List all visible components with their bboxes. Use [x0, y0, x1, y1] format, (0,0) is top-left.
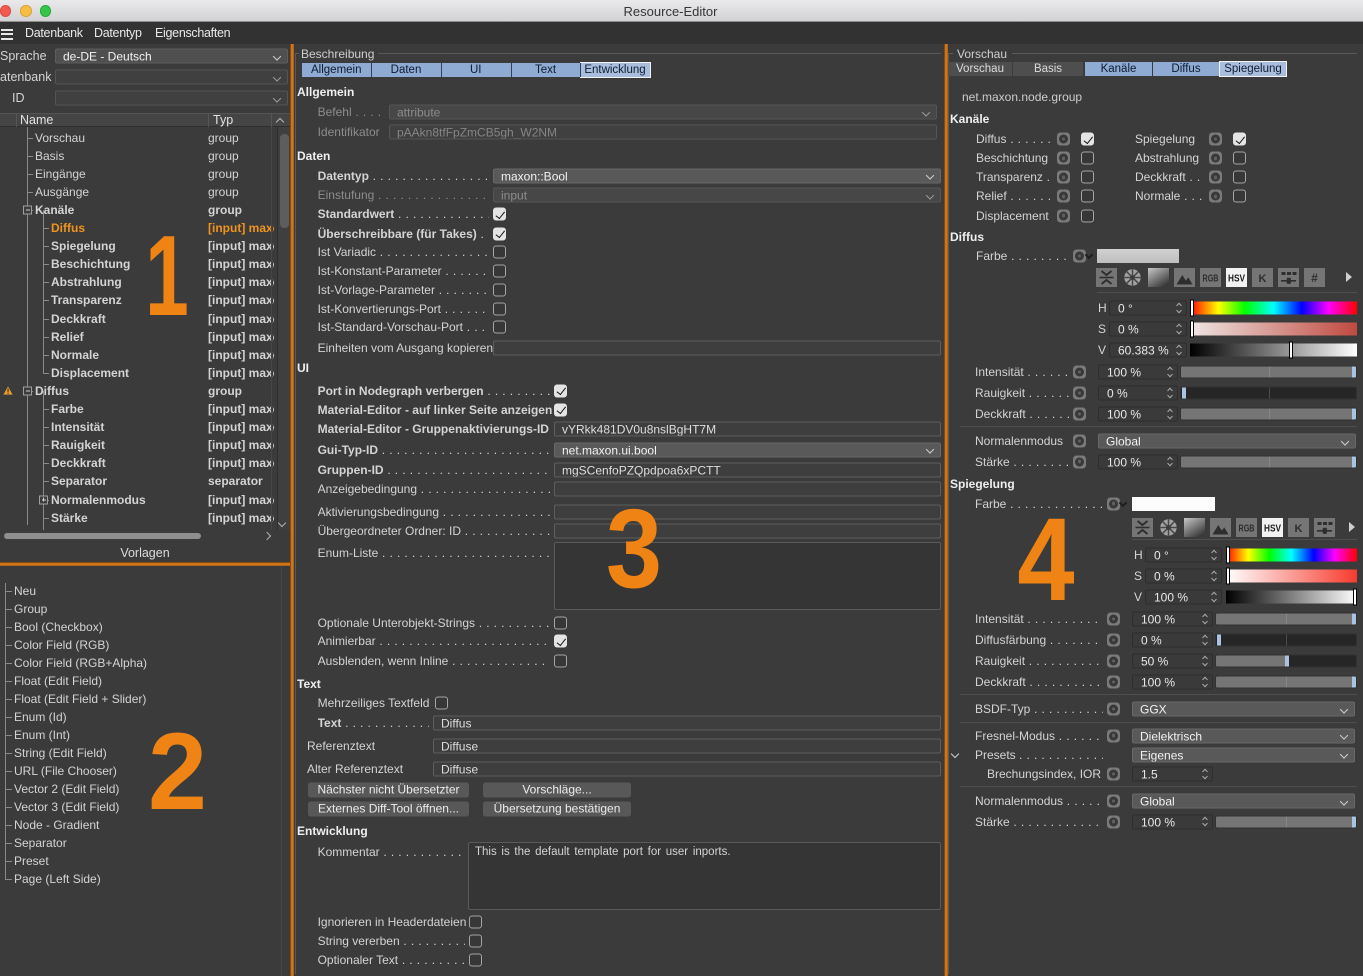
- svg-text:RGB: RGB: [1239, 524, 1255, 535]
- svg-text:#: #: [1311, 271, 1318, 285]
- svg-text:RGB: RGB: [1203, 274, 1219, 285]
- svg-text:K: K: [1295, 523, 1303, 535]
- svg-text:HSV: HSV: [1264, 524, 1281, 535]
- svg-text:K: K: [1259, 273, 1267, 285]
- svg-text:HSV: HSV: [1228, 274, 1245, 285]
